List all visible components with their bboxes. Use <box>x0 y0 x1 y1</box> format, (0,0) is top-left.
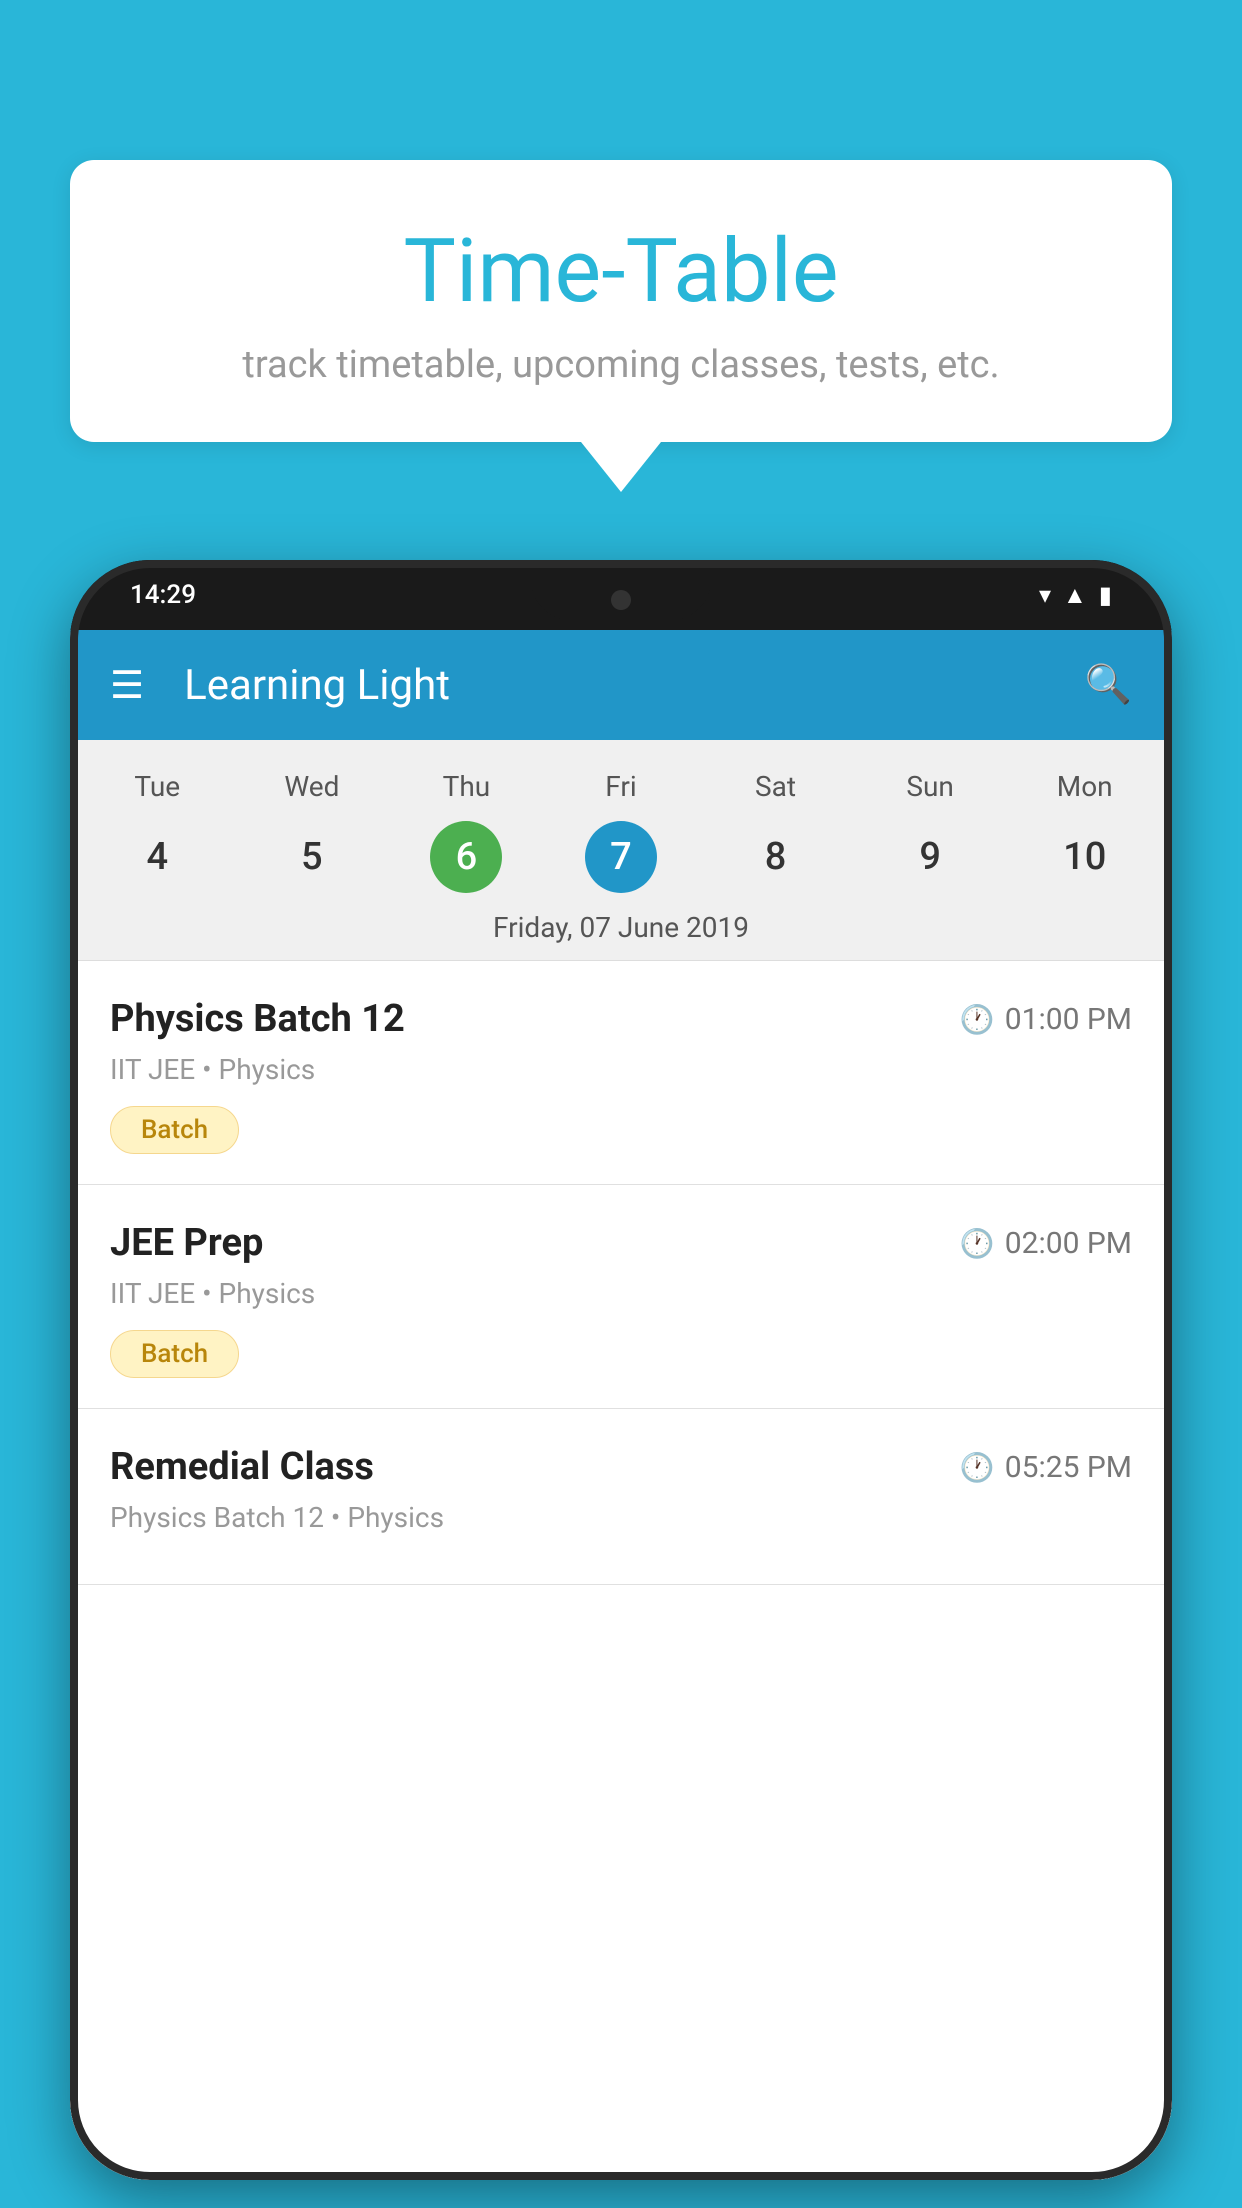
date-7-selected[interactable]: 7 <box>585 821 657 893</box>
item-time-3: 🕐 05:25 PM <box>960 1450 1132 1485</box>
day-mon: Mon <box>1007 760 1162 813</box>
status-icons: ▾ ▲ ▮ <box>1039 581 1112 610</box>
phone-notch <box>531 560 711 620</box>
date-9[interactable]: 9 <box>853 821 1008 893</box>
item-title-3: Remedial Class <box>110 1445 374 1489</box>
day-thu: Thu <box>389 760 544 813</box>
speech-bubble-card: Time-Table track timetable, upcoming cla… <box>70 160 1172 442</box>
date-10[interactable]: 10 <box>1007 821 1162 893</box>
wifi-icon: ▾ <box>1039 581 1051 609</box>
schedule-list: Physics Batch 12 🕐 01:00 PM IIT JEE • Ph… <box>70 961 1172 2180</box>
selected-date-label: Friday, 07 June 2019 <box>70 893 1172 961</box>
days-numbers: 4 5 6 7 8 9 10 <box>70 821 1172 893</box>
item-header-2: JEE Prep 🕐 02:00 PM <box>110 1221 1132 1265</box>
camera <box>611 590 631 610</box>
item-time-2: 🕐 02:00 PM <box>960 1226 1132 1261</box>
batch-badge-2: Batch <box>110 1330 239 1378</box>
page-title: Time-Table <box>140 220 1102 323</box>
item-subtitle-3: Physics Batch 12 • Physics <box>110 1501 1132 1534</box>
phone-frame: 14:29 ▾ ▲ ▮ ☰ Learning Light 🔍 Tue Wed T… <box>70 560 1172 2180</box>
day-sat: Sat <box>698 760 853 813</box>
speech-bubble-section: Time-Table track timetable, upcoming cla… <box>70 160 1172 492</box>
schedule-item-2[interactable]: JEE Prep 🕐 02:00 PM IIT JEE • Physics Ba… <box>70 1185 1172 1409</box>
status-bar: 14:29 ▾ ▲ ▮ <box>70 560 1172 630</box>
days-header: Tue Wed Thu Fri Sat Sun Mon <box>70 760 1172 813</box>
day-sun: Sun <box>853 760 1008 813</box>
time-value-3: 05:25 PM <box>1005 1450 1132 1485</box>
batch-badge-1: Batch <box>110 1106 239 1154</box>
date-4[interactable]: 4 <box>80 821 235 893</box>
page-subtitle: track timetable, upcoming classes, tests… <box>140 343 1102 387</box>
item-title-1: Physics Batch 12 <box>110 997 405 1041</box>
bubble-pointer <box>581 442 661 492</box>
date-8[interactable]: 8 <box>698 821 853 893</box>
hamburger-menu-icon[interactable]: ☰ <box>110 663 144 708</box>
item-header-1: Physics Batch 12 🕐 01:00 PM <box>110 997 1132 1041</box>
day-fri: Fri <box>544 760 699 813</box>
item-subtitle-1: IIT JEE • Physics <box>110 1053 1132 1086</box>
app-bar: ☰ Learning Light 🔍 <box>70 630 1172 740</box>
schedule-item-1[interactable]: Physics Batch 12 🕐 01:00 PM IIT JEE • Ph… <box>70 961 1172 1185</box>
date-5[interactable]: 5 <box>235 821 390 893</box>
day-wed: Wed <box>235 760 390 813</box>
item-header-3: Remedial Class 🕐 05:25 PM <box>110 1445 1132 1489</box>
clock-icon-3: 🕐 <box>960 1451 995 1484</box>
date-6-today[interactable]: 6 <box>430 821 502 893</box>
calendar-strip: Tue Wed Thu Fri Sat Sun Mon 4 5 6 7 8 9 … <box>70 740 1172 961</box>
signal-icon: ▲ <box>1063 581 1087 610</box>
item-title-2: JEE Prep <box>110 1221 263 1265</box>
app-screen: ☰ Learning Light 🔍 Tue Wed Thu Fri Sat S… <box>70 630 1172 2180</box>
clock-icon-2: 🕐 <box>960 1227 995 1260</box>
time-value-2: 02:00 PM <box>1005 1226 1132 1261</box>
item-time-1: 🕐 01:00 PM <box>960 1002 1132 1037</box>
schedule-item-3[interactable]: Remedial Class 🕐 05:25 PM Physics Batch … <box>70 1409 1172 1585</box>
time-value-1: 01:00 PM <box>1005 1002 1132 1037</box>
battery-icon: ▮ <box>1099 581 1112 609</box>
day-tue: Tue <box>80 760 235 813</box>
item-subtitle-2: IIT JEE • Physics <box>110 1277 1132 1310</box>
app-bar-title: Learning Light <box>184 661 1085 710</box>
status-time: 14:29 <box>130 580 196 610</box>
clock-icon-1: 🕐 <box>960 1003 995 1036</box>
search-icon[interactable]: 🔍 <box>1085 663 1132 707</box>
